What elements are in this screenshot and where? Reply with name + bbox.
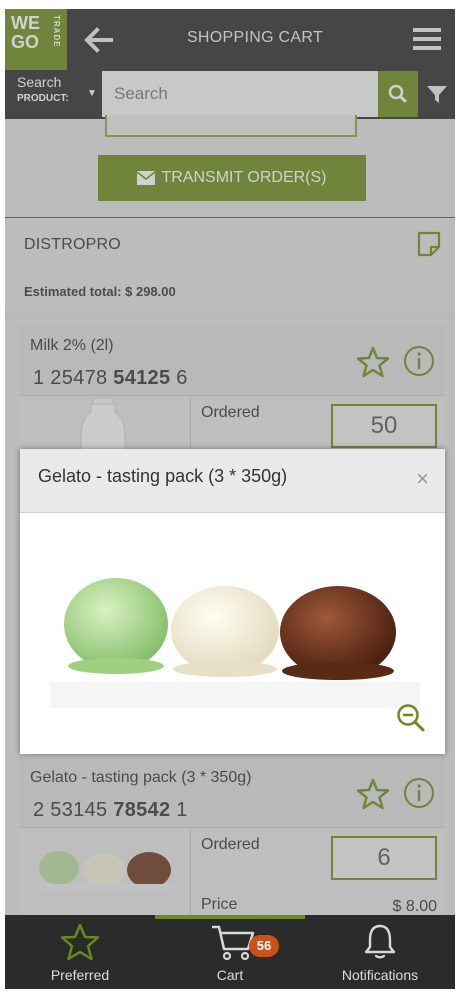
gelato-product-image (20, 514, 445, 754)
active-tab-indicator (155, 915, 305, 919)
star-icon (60, 923, 100, 961)
cart-count-badge: 56 (249, 935, 279, 957)
close-icon[interactable]: × (416, 466, 429, 492)
modal-title: Gelato - tasting pack (3 * 350g) (38, 466, 288, 486)
tab-notifications[interactable]: Notifications (305, 915, 455, 989)
tab-cart[interactable]: 56 Cart (155, 915, 305, 989)
app-screen: WE GO TRADE SHOPPING CART Search PRODUCT… (5, 9, 455, 989)
modal-header: Gelato - tasting pack (3 * 350g) × (20, 449, 445, 513)
bottom-tab-bar: Preferred 56 Cart Notifications (5, 915, 455, 989)
tab-preferred[interactable]: Preferred (5, 915, 155, 989)
image-modal: Gelato - tasting pack (3 * 350g) × (20, 449, 445, 754)
bell-icon (364, 924, 396, 959)
zoom-out-icon[interactable] (395, 702, 427, 734)
